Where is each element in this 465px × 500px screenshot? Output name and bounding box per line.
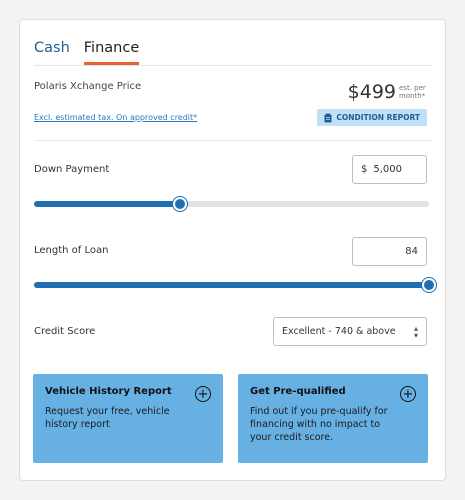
down-payment-input[interactable]: $ 5,000 [352, 155, 427, 184]
price-label: Polaris Xchange Price [34, 81, 142, 92]
loan-length-slider[interactable] [34, 278, 436, 292]
price-note: est. per month* [399, 84, 426, 100]
tabs-divider [34, 65, 431, 66]
finance-card: Cash Finance Polaris Xchange Price $499 … [19, 19, 446, 481]
tab-cash[interactable]: Cash [34, 40, 70, 65]
tab-finance[interactable]: Finance [83, 40, 140, 65]
plus-circle-icon[interactable]: + [195, 386, 211, 402]
loan-length-slider-fill [34, 282, 429, 288]
promo-text: Find out if you pre-qualify for financin… [250, 406, 388, 443]
select-caret-icon: ▴ ▾ [413, 323, 418, 340]
credit-score-select[interactable]: Excellent - 740 & above ▴ ▾ [273, 317, 427, 346]
loan-length-input[interactable]: 84 [352, 237, 427, 266]
down-payment-slider-fill [34, 201, 181, 207]
condition-report-button[interactable]: CONDITION REPORT [317, 109, 427, 126]
vehicle-history-card[interactable]: Vehicle History Report Request your free… [33, 374, 223, 463]
clipboard-icon [324, 113, 332, 122]
plus-circle-icon[interactable]: + [400, 386, 416, 402]
down-payment-label: Down Payment [34, 164, 110, 175]
loan-length-value: 84 [405, 246, 418, 257]
loan-length-label: Length of Loan [34, 245, 109, 256]
section-divider [34, 140, 431, 141]
monthly-price: $499 est. per month* [348, 80, 427, 104]
price-value: $499 [347, 81, 396, 103]
promo-title: Vehicle History Report [45, 386, 172, 397]
condition-report-label: CONDITION REPORT [336, 113, 420, 122]
promo-text: Request your free, vehicle history repor… [45, 406, 170, 430]
down-payment-slider-thumb[interactable] [173, 197, 188, 211]
tax-disclaimer-link[interactable]: Excl. estimated tax. On approved credit* [34, 113, 197, 122]
loan-length-slider-thumb[interactable] [422, 278, 436, 292]
prequalify-card[interactable]: Get Pre-qualified Find out if you pre-qu… [238, 374, 428, 463]
credit-score-label: Credit Score [34, 326, 96, 337]
currency-symbol: $ [361, 164, 368, 175]
credit-score-value: Excellent - 740 & above [282, 326, 396, 337]
down-payment-value: 5,000 [373, 164, 403, 175]
promo-title: Get Pre-qualified [250, 386, 346, 397]
payment-tabs: Cash Finance [34, 40, 140, 65]
down-payment-slider[interactable] [34, 197, 429, 211]
